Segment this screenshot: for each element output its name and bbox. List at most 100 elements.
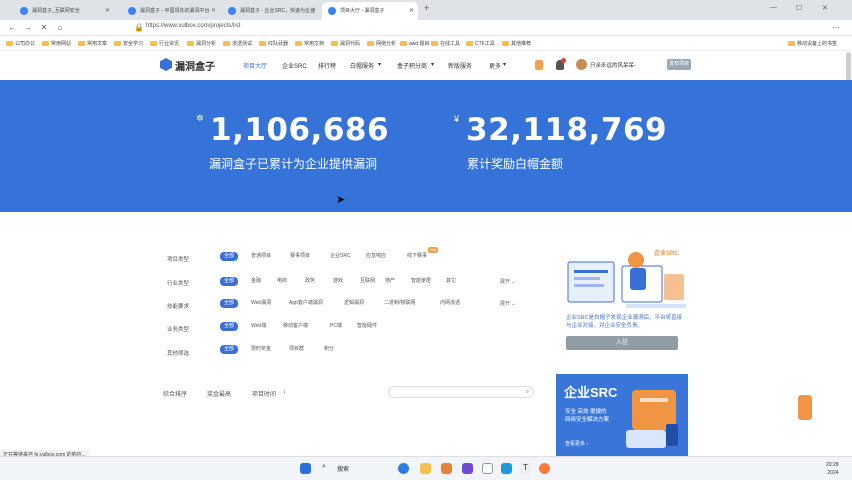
bookmark-item[interactable]: 常用网站 [42, 40, 71, 47]
filter-chip-selected[interactable]: 全部 [220, 345, 239, 354]
close-window-icon[interactable]: ✕ [822, 4, 828, 12]
home-icon[interactable]: ⌂ [54, 23, 66, 33]
filter-chip[interactable]: 移动客户端 [283, 322, 308, 331]
promo-join-button[interactable]: 入驻 [566, 336, 678, 350]
bookmark-item[interactable]: 漏洞代码 [331, 40, 360, 47]
chat-app-icon[interactable] [482, 463, 493, 474]
filter-chip[interactable]: 普通项目 [251, 252, 271, 261]
url-field[interactable]: https://www.vulbox.com/projects/list [146, 23, 240, 29]
close-icon[interactable]: ✕ [409, 2, 414, 20]
filter-chip[interactable]: 限时奖金 [251, 345, 271, 354]
filter-chip[interactable]: 线下赛事 [407, 252, 427, 261]
sort-option[interactable]: 项目时间 [252, 389, 276, 398]
filter-chip[interactable]: Web端 [251, 322, 266, 331]
browser-app-icon[interactable] [398, 463, 409, 474]
start-icon[interactable] [300, 463, 311, 474]
browser-tab[interactable]: 漏洞盒子 - 中国领先的漏洞平台 ✕ [122, 2, 220, 20]
bookmark-item[interactable]: 红队武器 [259, 40, 288, 47]
nav-item-projects[interactable]: 项目大厅 [243, 61, 267, 70]
filter-chip[interactable]: 内网渗透 [440, 299, 460, 308]
filter-chip[interactable]: 智能家居 [411, 277, 431, 286]
filter-chip[interactable]: App客户端漏洞 [289, 299, 323, 308]
nav-item-ranking[interactable]: 排行榜 [318, 61, 336, 70]
card-more-link[interactable]: 查看更多 › [565, 440, 588, 447]
nav-item-shop[interactable]: 盒子积分商 [397, 61, 427, 70]
filter-chip[interactable]: 应急响应 [366, 252, 386, 261]
bookmark-item[interactable]: 常用文章 [78, 40, 107, 47]
username[interactable]: 只余永远的风呆呆- [590, 61, 636, 69]
file-explorer-icon[interactable] [420, 463, 431, 474]
filter-chip[interactable]: 政务 [305, 277, 315, 286]
chevron-down-icon[interactable]: ▾ [503, 61, 506, 68]
browser-tab-active[interactable]: 项目大厅 - 漏洞盒子 ✕ [322, 2, 418, 20]
filter-chip-selected[interactable]: 全部 [220, 299, 239, 308]
bookmark-item[interactable]: 漏洞分析 [187, 40, 216, 47]
filter-chip[interactable]: 逻辑漏洞 [344, 299, 364, 308]
close-icon[interactable]: ✕ [311, 2, 316, 20]
nav-item-services[interactable]: 白帽服务 [350, 61, 374, 70]
filter-chip[interactable]: 其它 [446, 277, 456, 286]
forward-icon[interactable]: → [22, 23, 34, 33]
filter-chip[interactable]: 项目群 [289, 345, 304, 354]
minimize-icon[interactable]: — [770, 4, 777, 11]
sort-direction-icon[interactable]: ↕ [283, 389, 286, 395]
search-icon[interactable]: ⌕ [322, 463, 333, 474]
coin-icon[interactable] [535, 60, 543, 70]
filter-chip-selected[interactable]: 全部 [220, 252, 239, 261]
filter-chip-selected[interactable]: 全部 [220, 277, 239, 286]
bookmark-item[interactable]: 安全学习 [114, 40, 143, 47]
bookmark-item[interactable]: 常用文档 [295, 40, 324, 47]
logo-icon[interactable] [160, 58, 172, 71]
firefox-icon[interactable] [539, 463, 550, 474]
src-promo-card[interactable]: 企业SRC 安全 高效 便捷的 网络安全解决方案 查看更多 › [556, 374, 688, 460]
filter-chip[interactable]: PC端 [330, 322, 342, 331]
close-icon[interactable]: ✕ [211, 2, 216, 20]
app-icon[interactable] [441, 463, 452, 474]
filter-chip[interactable]: Web漏洞 [251, 299, 271, 308]
app-icon[interactable] [501, 463, 512, 474]
site-logo[interactable]: 漏洞盒子 [175, 58, 215, 73]
bookmark-item[interactable]: CTF工具 [466, 40, 495, 47]
filter-chip-selected[interactable]: 全部 [220, 322, 239, 331]
filter-chip[interactable]: 地产 [385, 277, 395, 286]
filter-chip[interactable]: 电商 [277, 277, 287, 286]
feedback-float-button[interactable] [798, 395, 812, 420]
text-app-icon[interactable]: T [520, 463, 531, 474]
chevron-down-icon[interactable]: ▾ [431, 61, 434, 68]
bookmark-item[interactable]: 行业资讯 [150, 40, 179, 47]
nav-item-more[interactable]: 更多 [489, 61, 501, 70]
bookmark-item[interactable]: awd 题目 [400, 40, 430, 47]
expand-button[interactable]: 展开 ⌄ [500, 300, 516, 307]
nav-item-src[interactable]: 企业SRC [282, 61, 307, 70]
publish-button[interactable]: 发布项目 [667, 59, 691, 70]
bookmark-item[interactable]: 公司办公 [6, 40, 35, 47]
maximize-icon[interactable]: ☐ [796, 4, 802, 12]
filter-chip[interactable]: 二进制/物联网 [384, 299, 415, 308]
close-icon[interactable]: ✕ [105, 2, 110, 20]
filter-chip[interactable]: 赛事项目 [290, 252, 310, 261]
filter-chip[interactable]: 互联网 [360, 277, 375, 286]
sort-option[interactable]: 综合排序 [163, 389, 187, 398]
menu-icon[interactable]: ⋯ [830, 23, 842, 33]
back-icon[interactable]: ← [6, 23, 18, 33]
stop-icon[interactable]: ✕ [38, 23, 50, 33]
bookmark-item[interactable]: 其他推荐 [502, 40, 531, 47]
bookmark-item-mobile[interactable]: 移动设备上的书签 [788, 40, 837, 47]
bookmark-item[interactable]: 渗透测试 [223, 40, 252, 47]
nav-item-new[interactable]: 新版服务 [448, 61, 472, 70]
filter-chip[interactable]: 积分 [324, 345, 334, 354]
browser-tab[interactable]: 漏洞盒子 - 企业SRC，快速为企业 ✕ [222, 2, 320, 20]
expand-button[interactable]: 展开 ⌄ [500, 278, 516, 285]
app-icon[interactable] [462, 463, 473, 474]
search-icon[interactable]: ⌕ [526, 389, 529, 396]
sort-option[interactable]: 奖金最高 [207, 389, 231, 398]
filter-chip[interactable]: 金融 [251, 277, 261, 286]
new-tab-icon[interactable]: + [424, 3, 429, 13]
bookmark-item[interactable]: 在线工具 [431, 40, 460, 47]
chevron-down-icon[interactable]: ▾ [378, 61, 381, 68]
filter-chip[interactable]: 游戏 [333, 277, 343, 286]
browser-tab[interactable]: 漏洞盒子_互联网安全 ✕ [14, 2, 114, 20]
project-search-input[interactable]: ⌕ [388, 386, 534, 398]
filter-chip[interactable]: 智能硬件 [357, 322, 377, 331]
taskbar-search[interactable]: 搜索 [337, 464, 349, 473]
